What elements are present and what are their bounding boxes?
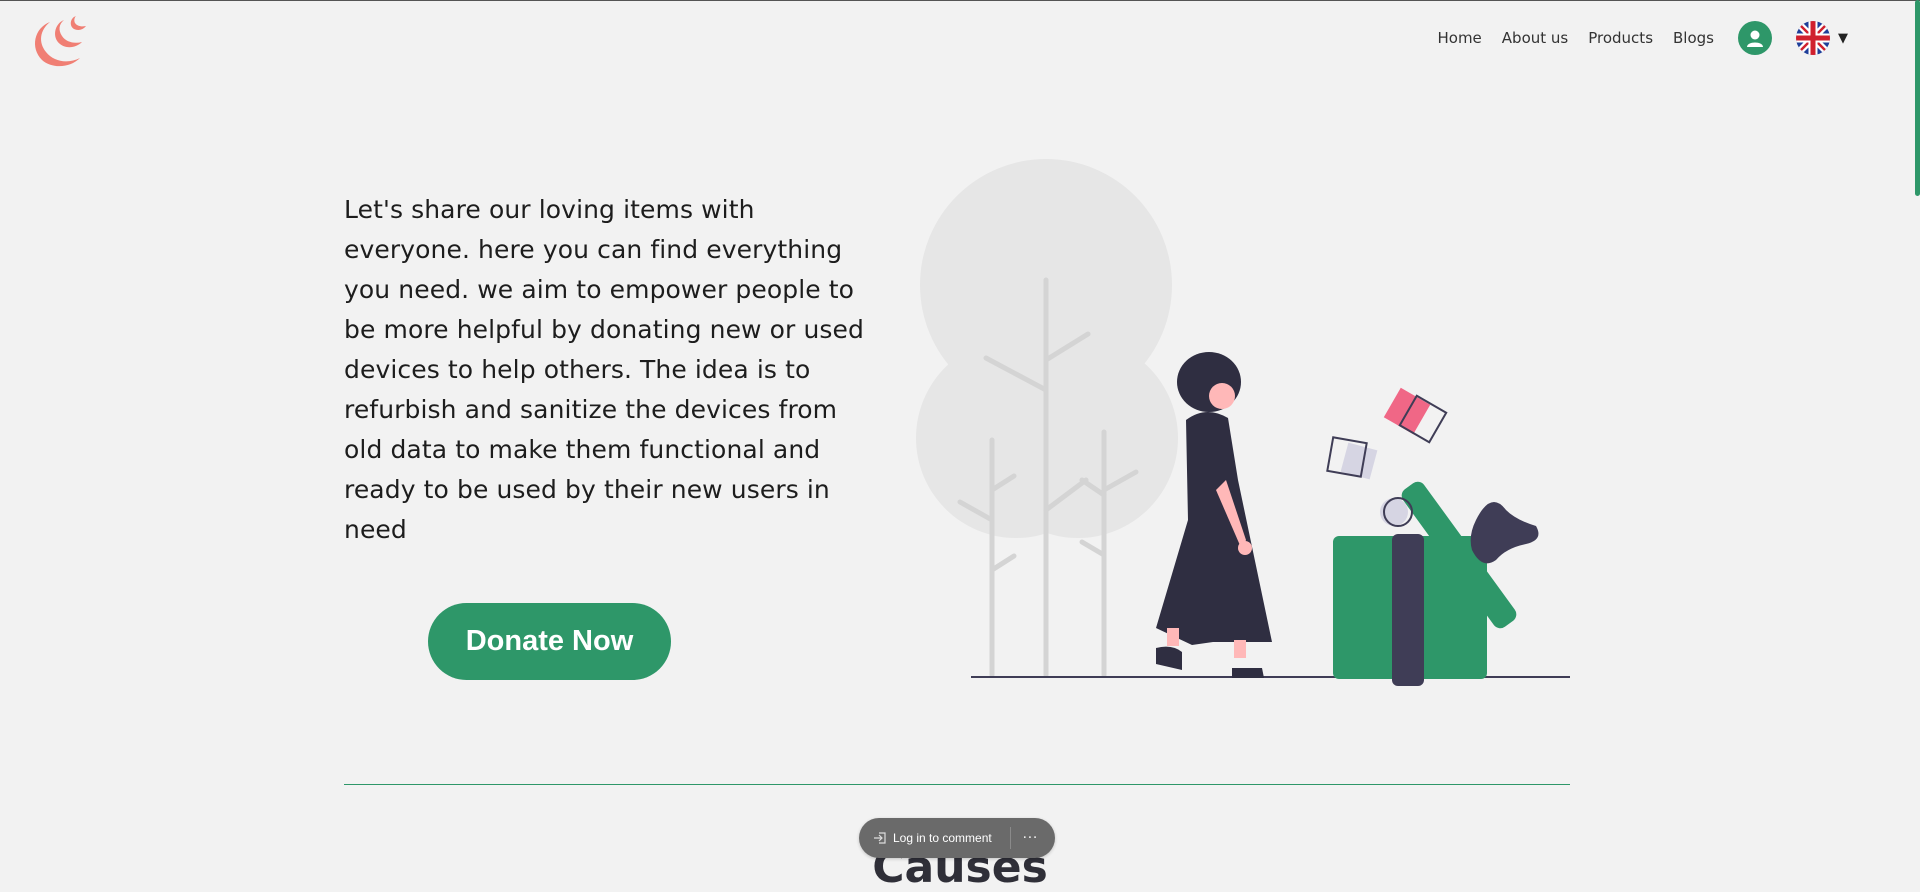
hero-description: Let's share our loving items with everyo… (344, 195, 864, 544)
chevron-down-icon: ▼ (1838, 30, 1848, 46)
nav-blogs[interactable]: Blogs (1673, 29, 1714, 47)
comment-toolbar: Log in to comment ··· (859, 818, 1055, 858)
top-border (0, 0, 1920, 1)
page: Home About us Products Blogs ▼ Let's sha… (0, 0, 1920, 892)
donate-now-button[interactable]: Donate Now (428, 603, 671, 680)
section-divider (344, 784, 1570, 785)
donation-illustration (916, 159, 1570, 686)
login-to-comment-label: Log in to comment (893, 831, 992, 845)
language-selector[interactable]: ▼ (1796, 21, 1848, 55)
uk-flag-icon (1796, 21, 1830, 55)
user-account-button[interactable] (1738, 21, 1772, 55)
nav-products[interactable]: Products (1588, 29, 1653, 47)
nav-about-us[interactable]: About us (1502, 29, 1568, 47)
nav-home[interactable]: Home (1437, 29, 1481, 47)
toolbar-separator (1009, 827, 1011, 849)
login-to-comment-button[interactable]: Log in to comment (859, 818, 992, 858)
main-nav: Home About us Products Blogs ▼ (1417, 20, 1848, 56)
logo-icon[interactable] (28, 14, 88, 70)
user-icon (1747, 30, 1763, 47)
more-icon[interactable]: ··· (1023, 831, 1038, 846)
scrollbar-thumb[interactable] (1915, 0, 1920, 196)
login-icon (874, 832, 886, 844)
